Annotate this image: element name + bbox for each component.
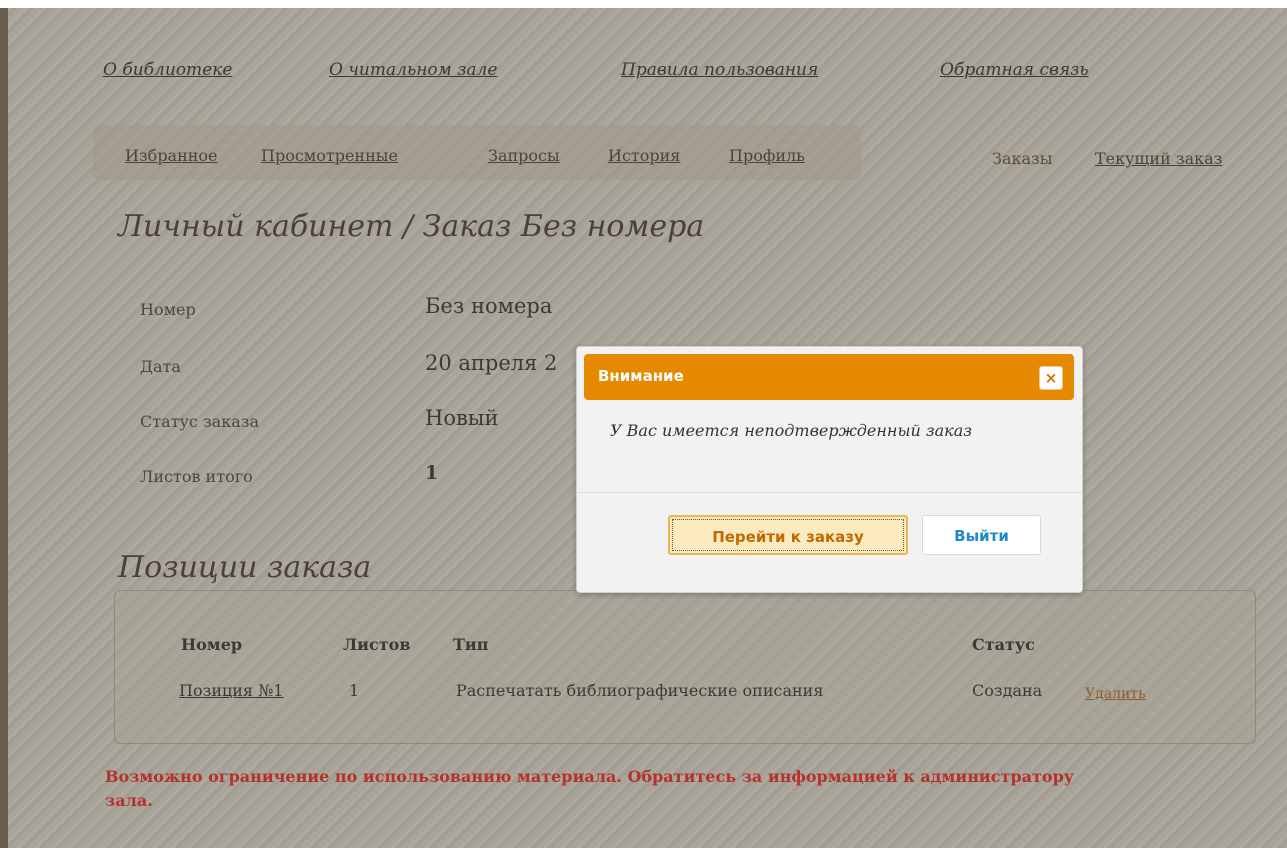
- row-action-cell: Удалить: [1085, 683, 1146, 702]
- table-header-status: Статус: [972, 635, 1035, 654]
- page-top-edge: [0, 0, 1287, 8]
- attention-modal: Внимание × У Вас имеется неподтвержденны…: [576, 346, 1083, 593]
- table-header-type: Тип: [453, 635, 489, 654]
- exit-button[interactable]: Выйти: [922, 515, 1041, 555]
- modal-message: У Вас имеется неподтвержденный заказ: [610, 421, 972, 440]
- page-left-edge: [0, 8, 8, 848]
- position-link[interactable]: Позиция №1: [179, 681, 283, 700]
- row-sheets-cell: 1: [349, 681, 360, 700]
- sub-nav-viewed[interactable]: Просмотренные: [261, 146, 398, 165]
- sub-nav-history[interactable]: История: [608, 146, 680, 165]
- row-number-cell: Позиция №1: [179, 681, 283, 700]
- usage-restriction-warning: Возможно ограничение по использованию ма…: [105, 767, 1075, 810]
- order-number-value: Без номера: [425, 294, 553, 318]
- top-nav-about-library[interactable]: О библиотеке: [103, 60, 232, 80]
- go-to-order-button[interactable]: Перейти к заказу: [668, 515, 908, 555]
- sub-nav-favorites[interactable]: Избранное: [125, 146, 218, 165]
- order-status-label: Статус заказа: [140, 412, 260, 431]
- modal-title: Внимание: [598, 367, 684, 385]
- order-sheets-value: 1: [425, 462, 439, 484]
- order-date-label: Дата: [140, 357, 181, 376]
- order-status-value: Новый: [425, 406, 499, 430]
- row-status-cell: Создана: [972, 681, 1043, 700]
- order-nav-orders[interactable]: Заказы: [992, 149, 1053, 168]
- order-sheets-label: Листов итого: [140, 467, 253, 486]
- order-date-value: 20 апреля 2: [425, 351, 558, 375]
- table-header-sheets: Листов: [343, 635, 411, 654]
- order-nav-current-order[interactable]: Текущий заказ: [1095, 149, 1222, 168]
- delete-position-link[interactable]: Удалить: [1085, 686, 1146, 702]
- sub-nav-profile[interactable]: Профиль: [729, 146, 805, 165]
- top-nav-rules[interactable]: Правила пользования: [621, 60, 818, 80]
- close-icon[interactable]: ×: [1039, 366, 1063, 390]
- top-nav-feedback[interactable]: Обратная связь: [940, 60, 1089, 80]
- top-nav-about-reading-room[interactable]: О читальном зале: [329, 60, 497, 80]
- row-type-cell: Распечатать библиографические описания: [456, 681, 824, 700]
- table-header-number: Номер: [181, 635, 243, 654]
- positions-title: Позиции заказа: [118, 550, 372, 585]
- modal-divider: [577, 492, 1082, 493]
- sub-nav-requests[interactable]: Запросы: [488, 146, 560, 165]
- page-title: Личный кабинет / Заказ Без номера: [118, 209, 705, 244]
- modal-header: Внимание ×: [584, 354, 1074, 400]
- order-number-label: Номер: [140, 300, 196, 319]
- positions-table: Номер Листов Тип Статус Позиция №1 1 Рас…: [114, 590, 1256, 744]
